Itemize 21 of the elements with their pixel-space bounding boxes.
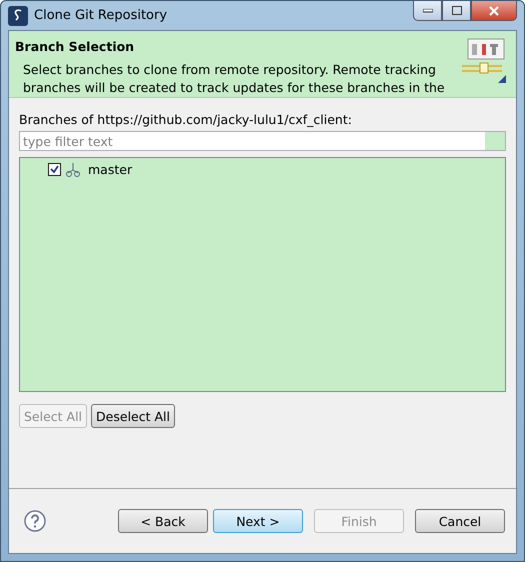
window-title: Clone Git Repository: [34, 8, 168, 23]
minimize-icon: [422, 8, 432, 12]
page-title: Branch Selection: [15, 39, 136, 54]
wizard-button[interactable]: Cancel: [415, 509, 505, 533]
close-button[interactable]: [471, 1, 517, 21]
maximize-button[interactable]: [442, 1, 471, 21]
wizard-button[interactable]: < Back: [118, 509, 208, 533]
branches-label: Branches of https://github.com/jacky-lulu1/cxf_client:: [19, 112, 353, 127]
branch-checkbox[interactable]: [48, 163, 61, 176]
help-icon[interactable]: [24, 510, 46, 532]
deselect-all-button[interactable]: Deselect All: [91, 404, 175, 428]
close-icon: [489, 6, 499, 16]
wizard-button[interactable]: Next >: [213, 509, 303, 533]
maximize-icon: [452, 6, 462, 15]
page-description: Select branches to clone from remote repository. Remote tracking branches will be created to track updates for these branches in the: [23, 61, 446, 97]
branch-name: master: [88, 162, 132, 177]
minimize-button[interactable]: [413, 1, 442, 21]
filter-field[interactable]: type filter text: [19, 131, 506, 151]
git-logo-icon: [460, 37, 508, 85]
app-icon: [8, 6, 28, 26]
branch-icon: [65, 162, 81, 176]
